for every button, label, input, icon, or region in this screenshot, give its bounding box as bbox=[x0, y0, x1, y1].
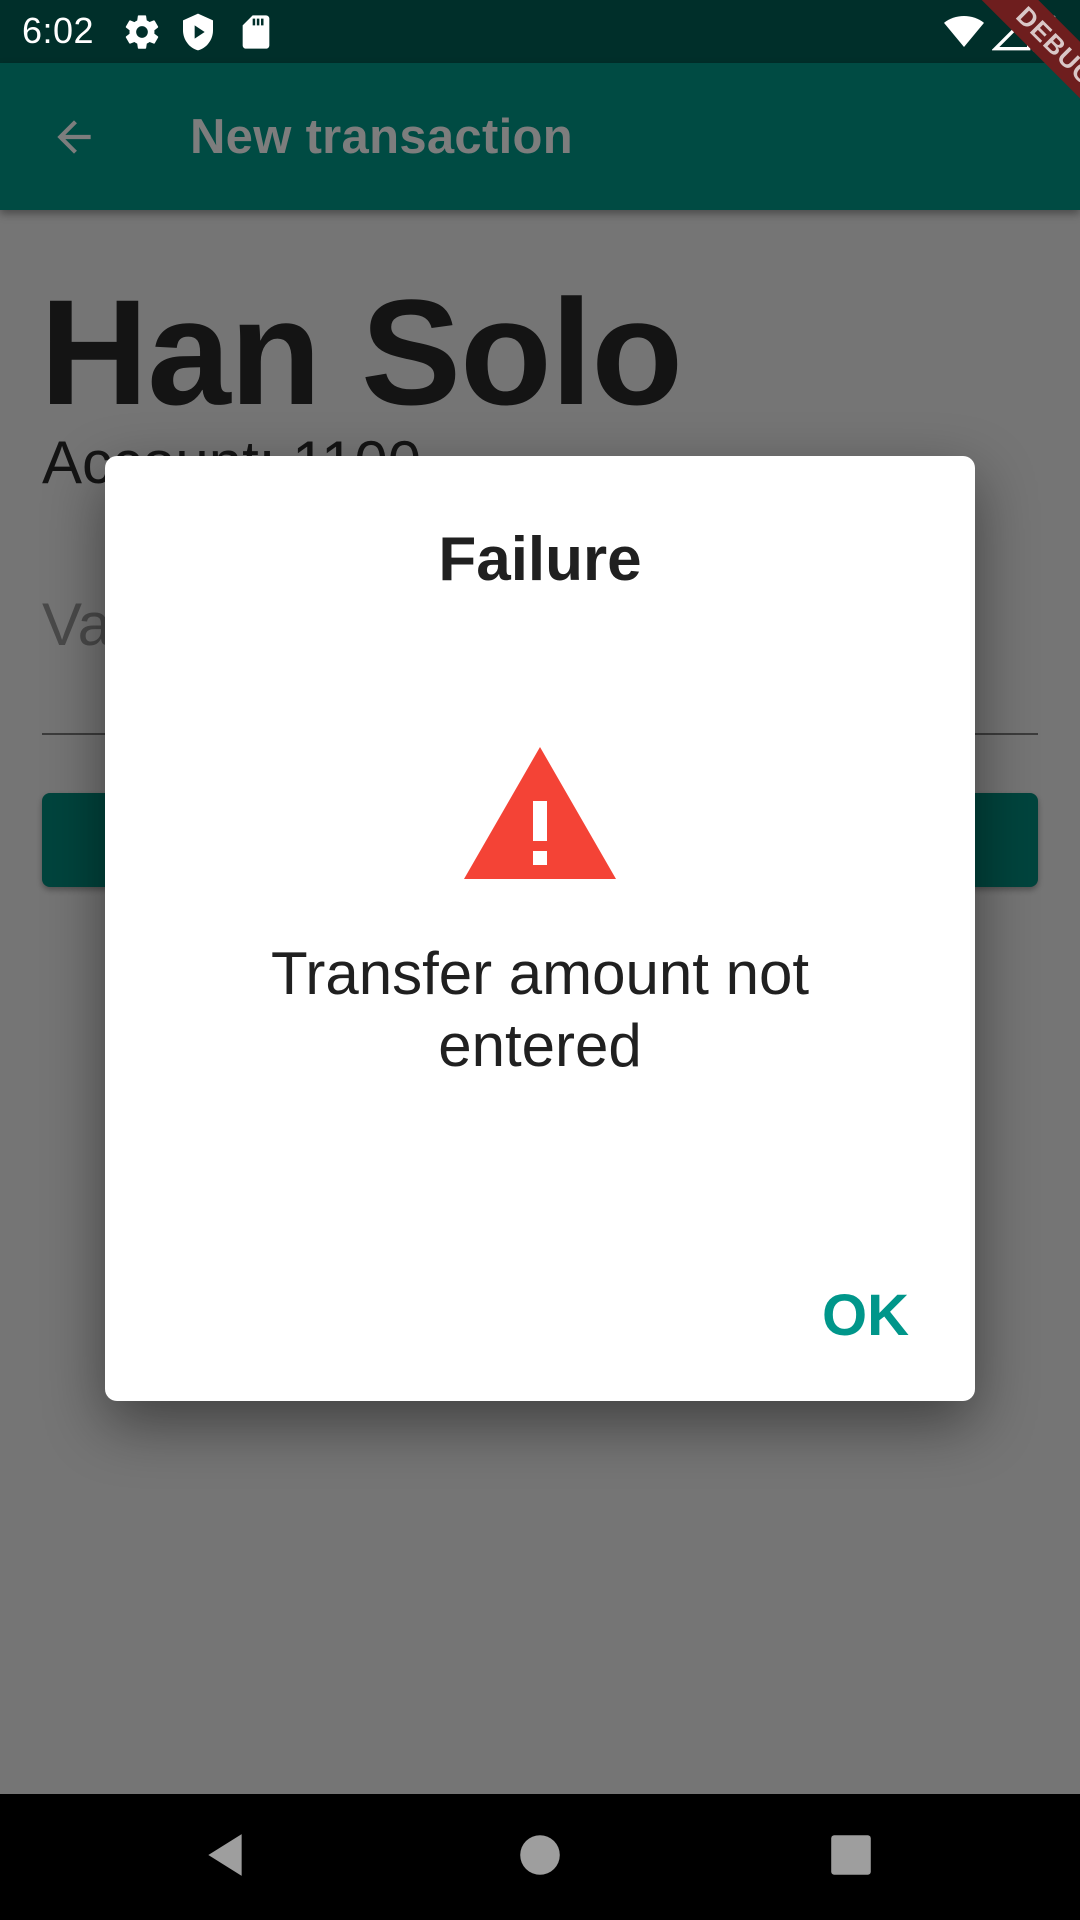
square-recents-icon bbox=[826, 1830, 876, 1885]
nav-back-button[interactable] bbox=[194, 1826, 256, 1888]
nav-recents-button[interactable] bbox=[820, 1826, 882, 1888]
ok-button[interactable]: OK bbox=[812, 1276, 919, 1355]
sd-card-icon bbox=[236, 12, 276, 52]
play-protect-icon bbox=[178, 12, 218, 52]
arrow-back-icon bbox=[49, 112, 99, 167]
contact-name: Han Solo bbox=[40, 268, 683, 436]
failure-dialog: Failure Transfer amount not entered OK bbox=[105, 456, 975, 1401]
navigation-bar bbox=[0, 1794, 1080, 1920]
debug-label: DEBUG bbox=[964, 0, 1080, 138]
debug-banner: DEBUG bbox=[930, 0, 1080, 150]
dialog-message: Transfer amount not entered bbox=[270, 940, 810, 1079]
gear-icon bbox=[122, 12, 162, 52]
page-title: New transaction bbox=[190, 110, 573, 164]
triangle-back-icon bbox=[200, 1830, 250, 1885]
nav-home-button[interactable] bbox=[509, 1826, 571, 1888]
status-bar: 6:02 bbox=[0, 0, 1080, 63]
app-bar: New transaction bbox=[0, 63, 1080, 210]
dialog-title: Failure bbox=[438, 525, 642, 594]
status-time: 6:02 bbox=[22, 10, 95, 51]
warning-icon bbox=[461, 743, 619, 883]
circle-home-icon bbox=[515, 1830, 565, 1885]
back-button[interactable] bbox=[40, 105, 108, 173]
